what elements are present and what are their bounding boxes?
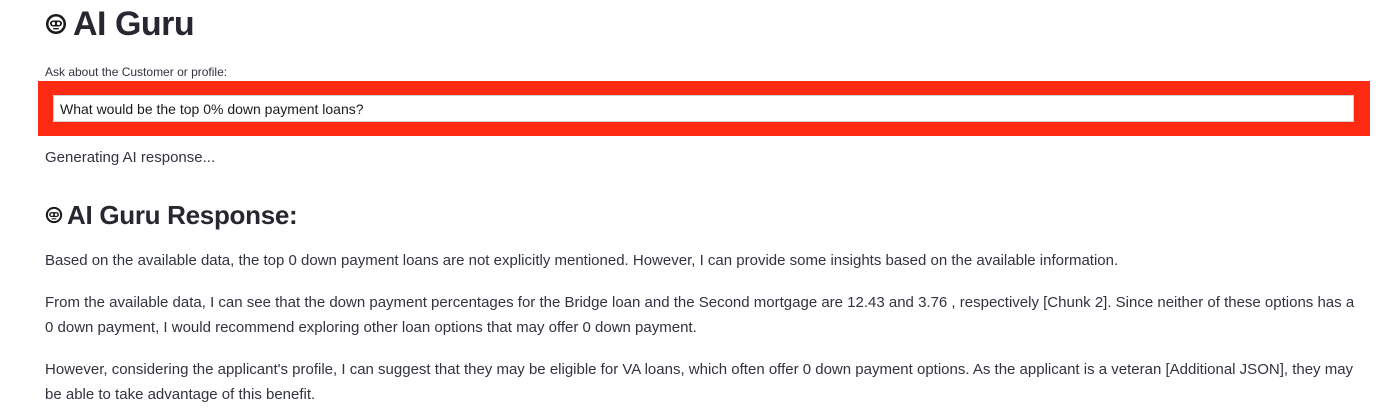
response-heading: AI Guru Response: [67, 199, 298, 230]
response-paragraph: However, considering the applicant's pro… [45, 361, 1354, 403]
robot-face-icon [45, 13, 67, 35]
response-header: AI Guru Response: [45, 198, 298, 232]
response-paragraph: Based on the available data, the top 0 d… [45, 252, 1119, 269]
query-label: Ask about the Customer or profile: [45, 65, 228, 79]
page-header: AI Guru [45, 4, 195, 44]
robot-face-icon [45, 206, 63, 224]
response-paragraph: From the available data, I can see that … [45, 294, 1355, 336]
app-page: AI Guru Ask about the Customer or profil… [0, 0, 1387, 418]
status-text: Generating AI response... [45, 149, 216, 166]
query-input[interactable] [53, 95, 1354, 122]
page-title: AI Guru [73, 5, 195, 43]
